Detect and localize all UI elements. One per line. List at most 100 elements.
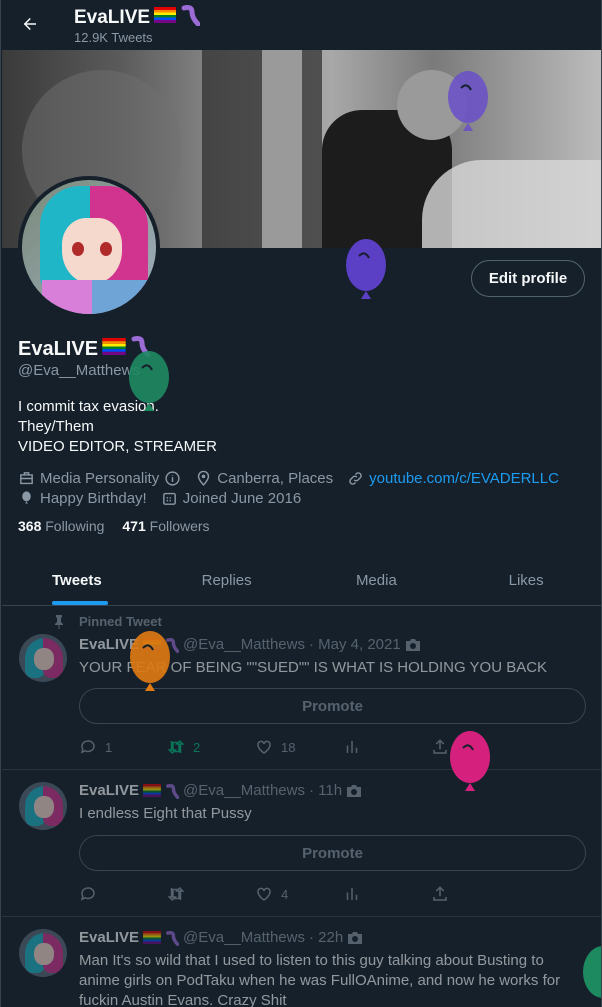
tweet[interactable]: EvaLIVE @Eva__Matthews · 22h Man It's so… — [2, 917, 601, 1007]
reply-button[interactable] — [79, 885, 167, 903]
reply-count: 1 — [105, 739, 113, 755]
retweet-button[interactable] — [167, 885, 255, 903]
bio-line: They/Them — [18, 418, 94, 435]
analytics-button[interactable] — [343, 885, 431, 903]
worm-icon — [166, 930, 180, 946]
following-count: 368 — [18, 518, 42, 534]
like-button[interactable]: 18 — [255, 738, 343, 756]
bio-line: VIDEO EDITOR, STREAMER — [18, 438, 217, 455]
following-label: Following — [45, 518, 105, 534]
briefcase-icon — [20, 471, 33, 484]
website[interactable]: youtube.com/c/EVADERLLC — [347, 470, 559, 487]
tweet-handle[interactable]: @Eva__Matthews — [183, 782, 305, 799]
tweet-time[interactable]: · May 4, 2021 — [309, 636, 401, 653]
retweet-count: 2 — [193, 739, 201, 755]
tab-media[interactable]: Media — [302, 556, 452, 605]
tab-likes[interactable]: Likes — [451, 556, 601, 605]
camera-icon — [405, 638, 420, 651]
promote-button[interactable]: Promote — [79, 835, 586, 871]
link-icon — [349, 471, 362, 485]
followers-count: 471 — [122, 518, 146, 534]
tweet-time[interactable]: · 22h — [309, 929, 343, 946]
tweet-author-name[interactable]: EvaLIVE — [79, 929, 139, 946]
tab-label: Replies — [201, 572, 252, 589]
tweet-avatar[interactable] — [19, 782, 67, 830]
location-label: Canberra, Places — [217, 469, 334, 487]
balloon-icon — [130, 631, 170, 691]
location-pin-icon — [198, 470, 210, 486]
worm-icon — [166, 783, 180, 799]
profile-tabs: Tweets Replies Media Likes — [2, 556, 601, 606]
tweet-actions: 4 — [79, 885, 519, 903]
tweet-text: Man It's so wild that I used to listen t… — [79, 952, 561, 1007]
balloon-icon — [583, 946, 601, 998]
like-count: 4 — [281, 886, 289, 902]
header-name: EvaLIVE — [74, 7, 151, 28]
info-icon — [165, 470, 180, 486]
balloon-icon — [129, 351, 169, 411]
profile-name-text: EvaLIVE — [18, 337, 99, 360]
followers-link[interactable]: 471 Followers — [122, 518, 209, 534]
tweet-time[interactable]: · 11h — [309, 782, 342, 799]
calendar-icon — [162, 492, 176, 505]
share-icon — [433, 886, 447, 901]
camera-icon — [347, 784, 362, 797]
tab-label: Media — [355, 572, 397, 589]
analytics-icon — [346, 741, 358, 753]
rainbow-flag-icon — [143, 784, 161, 797]
share-button[interactable] — [431, 885, 519, 903]
followers-label: Followers — [149, 518, 210, 534]
tweet-avatar[interactable] — [19, 929, 67, 977]
top-bar: EvaLIVE 12.9K Tweets — [1, 0, 601, 50]
like-count: 18 — [281, 739, 296, 755]
website-link[interactable]: youtube.com/c/EVADERLLC — [369, 470, 559, 487]
tab-tweets[interactable]: Tweets — [2, 556, 152, 605]
active-tab-indicator — [52, 601, 108, 605]
tweet-header: EvaLIVE @Eva__Matthews · 22h — [79, 929, 363, 946]
profile-meta: Media Personality Canberra, Places youtu… — [18, 468, 588, 508]
like-button[interactable]: 4 — [255, 885, 343, 903]
profile-bio: I commit tax evasion. They/Them VIDEO ED… — [18, 397, 217, 457]
category: Media Personality — [18, 470, 181, 487]
reply-button[interactable]: 1 — [79, 738, 167, 756]
balloon-icon — [448, 71, 488, 131]
retweet-icon — [167, 886, 185, 902]
profile-page: EvaLIVE 12.9K Tweets Edit profile EvaLIV… — [0, 0, 602, 1007]
rainbow-flag-icon — [143, 931, 161, 944]
tab-replies[interactable]: Replies — [152, 556, 302, 605]
edit-profile-button[interactable]: Edit profile — [471, 260, 585, 297]
retweet-button[interactable]: 2 — [167, 738, 255, 756]
birthday: Happy Birthday! — [18, 490, 147, 507]
reply-icon — [80, 740, 95, 754]
tweet-author-name[interactable]: EvaLIVE — [79, 782, 139, 799]
follow-stats: 368 Following 471 Followers — [18, 518, 210, 534]
retweet-icon — [167, 739, 185, 755]
back-arrow-icon[interactable] — [15, 9, 45, 39]
location: Canberra, Places — [195, 470, 333, 487]
worm-icon — [180, 4, 201, 32]
balloon-icon — [346, 239, 386, 299]
tweet-handle[interactable]: @Eva__Matthews — [183, 636, 305, 653]
profile-avatar[interactable] — [18, 176, 160, 318]
following-link[interactable]: 368 Following — [18, 518, 104, 534]
birthday-label: Happy Birthday! — [40, 489, 147, 507]
tweet-header: EvaLIVE @Eva__Matthews · 11h — [79, 782, 362, 799]
join-date: Joined June 2016 — [161, 490, 301, 507]
camera-icon — [348, 931, 363, 944]
category-label: Media Personality — [40, 469, 160, 487]
rainbow-flag-icon — [154, 7, 177, 29]
heart-icon — [257, 887, 271, 901]
tweet-count: 12.9K Tweets — [74, 30, 153, 45]
joined-label: Joined June 2016 — [182, 489, 302, 507]
heart-icon — [257, 740, 271, 754]
tweet[interactable]: EvaLIVE @Eva__Matthews · 11h I endless E… — [2, 770, 601, 917]
bio-line: I commit tax evasion. — [18, 398, 159, 415]
tweet-text: I endless Eight that Pussy — [79, 805, 252, 822]
tab-label: Likes — [508, 572, 544, 589]
tweet-handle[interactable]: @Eva__Matthews — [183, 929, 305, 946]
analytics-button[interactable] — [343, 738, 431, 756]
tweet-avatar[interactable] — [19, 634, 67, 682]
tweet[interactable]: EvaLIVE @Eva__Matthews · May 4, 2021 YOU… — [2, 606, 601, 770]
balloon-icon — [22, 490, 31, 503]
tab-label: Tweets — [52, 572, 102, 589]
